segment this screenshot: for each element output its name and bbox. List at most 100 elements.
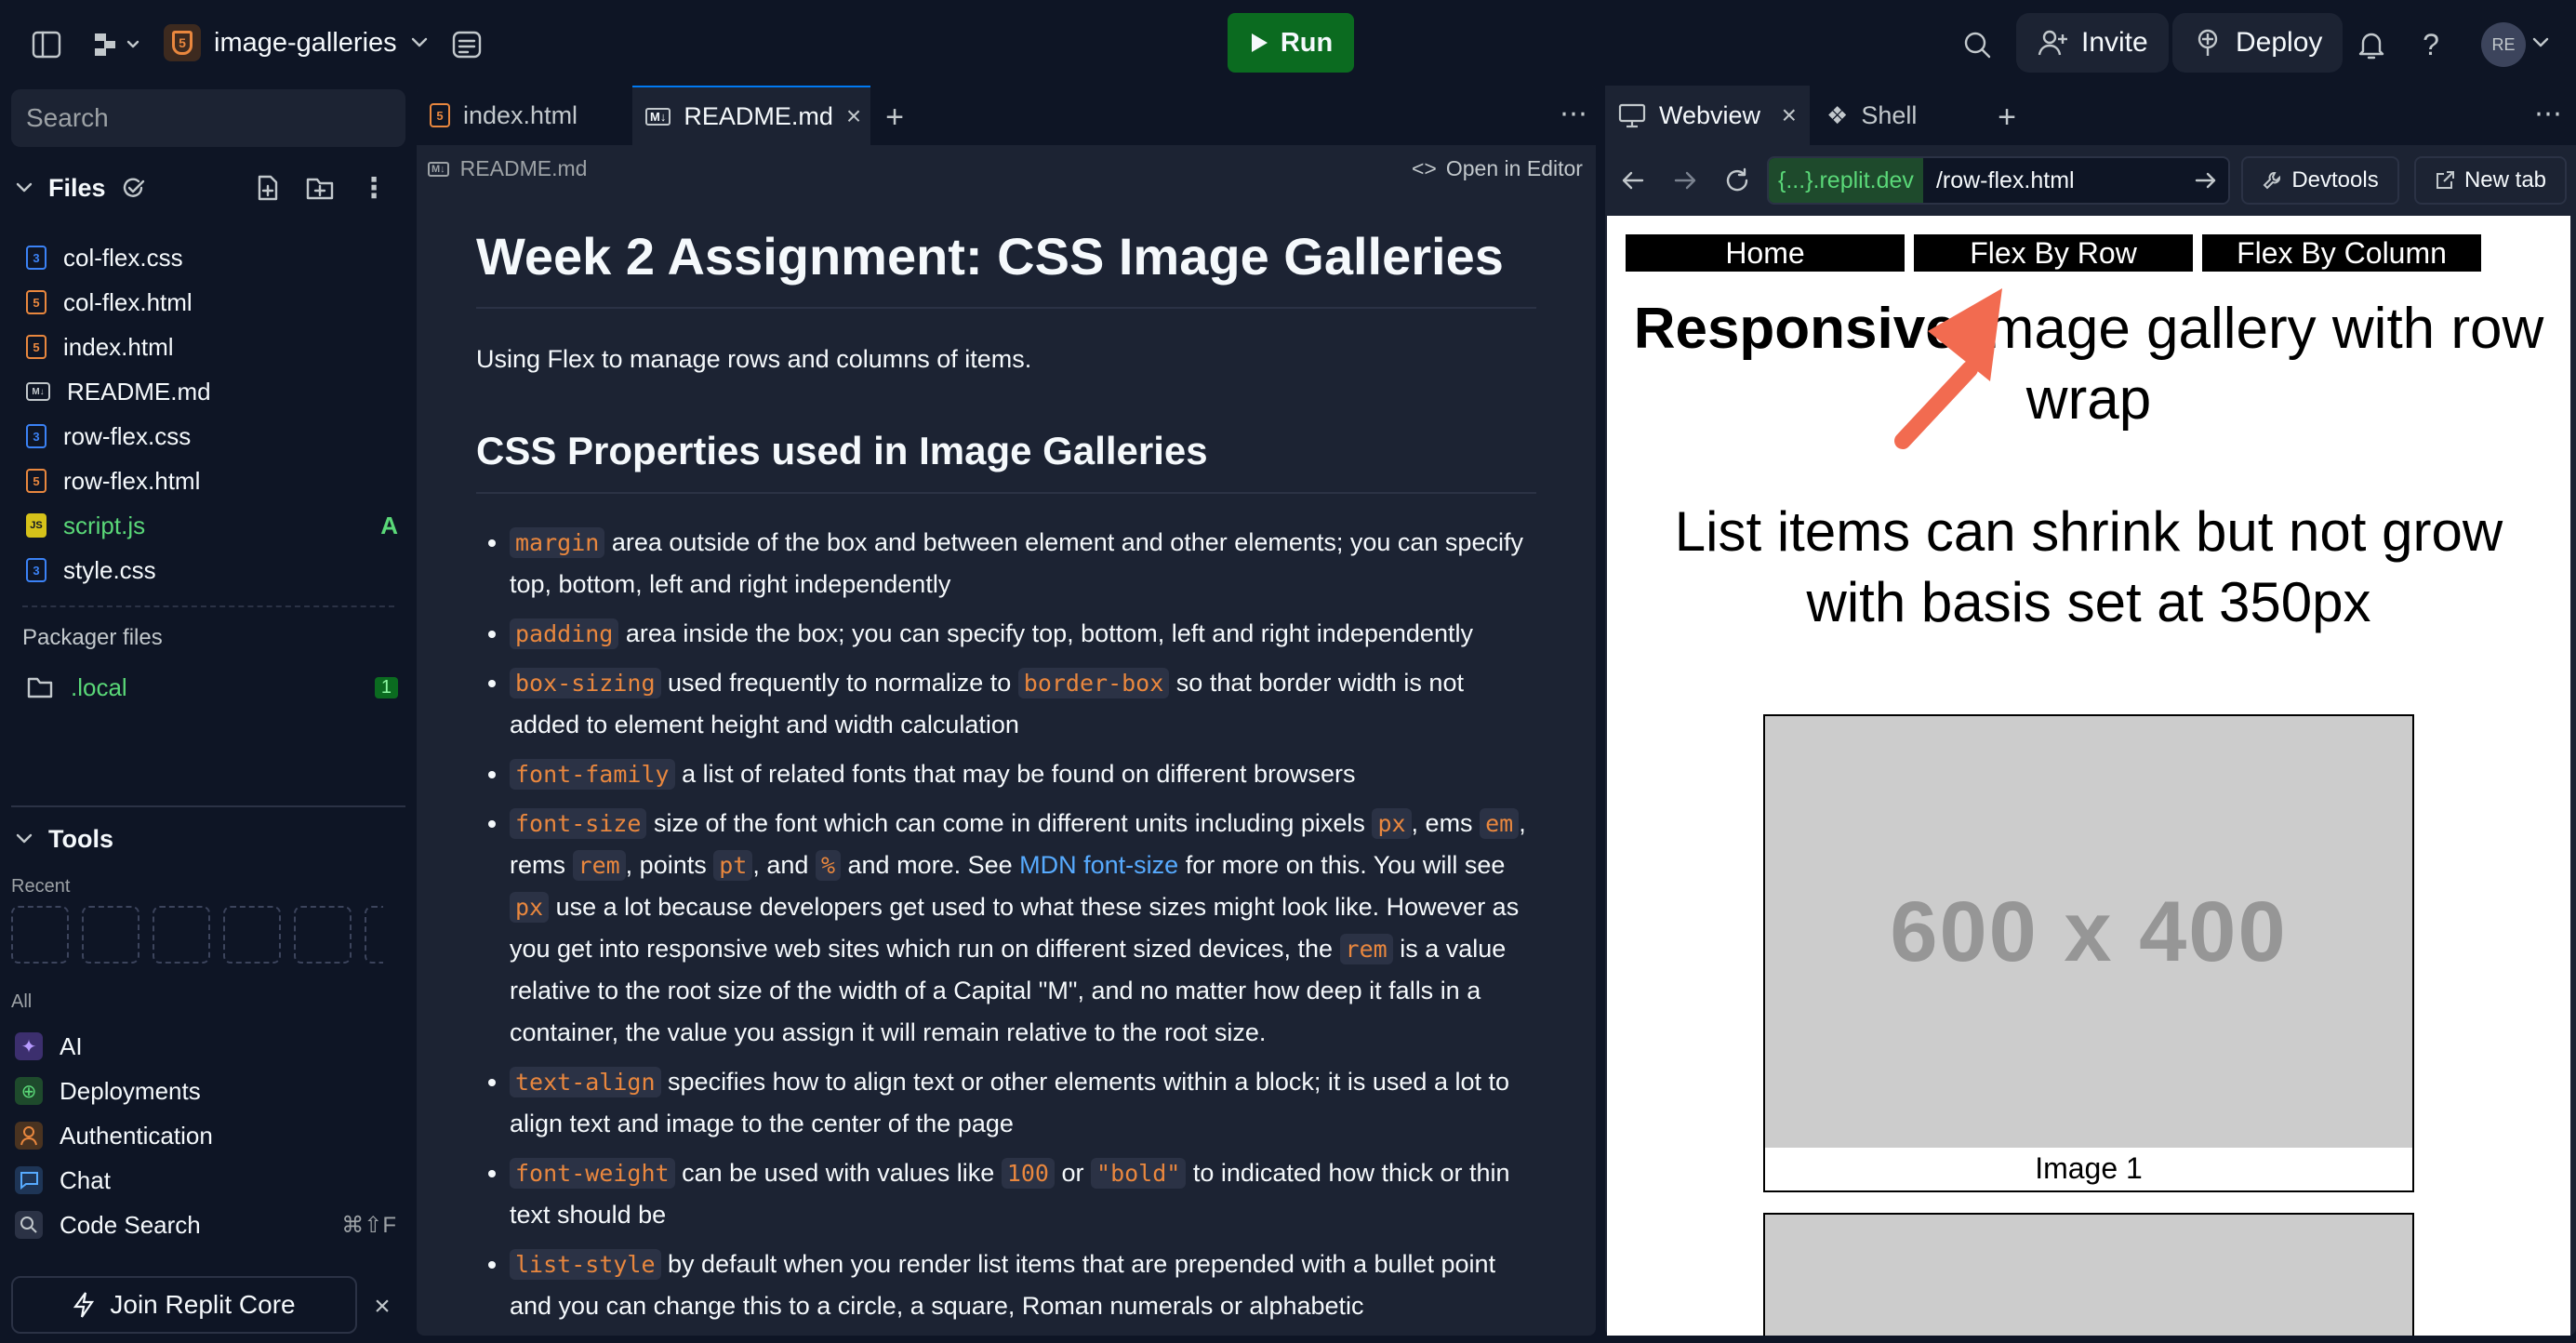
html-icon: 5 <box>430 103 450 127</box>
list-item: list-style by default when you render li… <box>510 1243 1536 1327</box>
tab-readme[interactable]: M↓ README.md × <box>632 86 870 145</box>
file-item-index-html[interactable]: 5 index.html <box>26 326 398 368</box>
list-item: box-sizing used frequently to normalize … <box>510 662 1536 746</box>
js-file-icon: JS <box>26 513 46 538</box>
chevron-down-icon <box>410 36 429 49</box>
more-options-icon[interactable]: ⋯ <box>1555 97 1592 130</box>
go-arrow-icon[interactable] <box>2195 170 2228 191</box>
property-list: margin area outside of the box and betwe… <box>476 522 1536 1327</box>
new-folder-icon[interactable] <box>303 171 337 205</box>
replit-logo-menu[interactable] <box>87 26 147 63</box>
search-icon[interactable] <box>1957 24 1998 65</box>
shortcut-hint: ⌘⇧F <box>341 1212 396 1238</box>
intro-paragraph: Using Flex to manage rows and columns of… <box>476 345 1032 373</box>
html-icon: 5 <box>164 24 201 61</box>
open-in-editor-button[interactable]: <> Open in Editor <box>1412 156 1583 181</box>
tools-header[interactable]: Tools <box>15 822 113 856</box>
bell-icon[interactable] <box>2351 24 2392 65</box>
check-circle-icon <box>121 177 147 199</box>
devtools-button[interactable]: Devtools <box>2241 156 2399 205</box>
new-file-icon[interactable] <box>251 171 285 205</box>
add-tab-icon[interactable]: + <box>1990 100 2024 135</box>
close-icon[interactable]: × <box>1782 100 1797 130</box>
project-selector[interactable]: 5 image-galleries <box>164 20 433 65</box>
tool-code-search[interactable]: Code Search ⌘⇧F <box>15 1203 396 1246</box>
code-icon: <> <box>1412 156 1437 180</box>
divider <box>11 805 405 807</box>
search-icon <box>15 1211 43 1239</box>
close-icon[interactable]: × <box>368 1291 396 1322</box>
reload-icon[interactable] <box>1719 162 1756 199</box>
more-options-icon[interactable]: ⋮ <box>357 171 391 205</box>
file-item-style-css[interactable]: 3 style.css <box>26 549 398 592</box>
tool-authentication[interactable]: Authentication <box>15 1114 213 1157</box>
command-palette-icon[interactable] <box>446 24 487 65</box>
list-item: font-family a list of related fonts that… <box>510 753 1536 795</box>
html-file-icon: 5 <box>26 290 46 314</box>
css-file-icon: 3 <box>26 558 46 582</box>
file-item-col-flex-css[interactable]: 3 col-flex.css <box>26 236 398 279</box>
close-icon[interactable]: × <box>846 101 861 131</box>
user-icon <box>15 1122 43 1150</box>
packager-folder[interactable]: .local 1 <box>26 666 398 709</box>
deploy-button[interactable]: Deploy <box>2172 13 2344 73</box>
wrench-icon <box>2263 172 2281 190</box>
join-core-button[interactable]: Join Replit Core <box>11 1276 357 1334</box>
packager-title: Packager files <box>22 625 163 650</box>
chevron-down-icon[interactable] <box>2530 32 2552 54</box>
chevron-down-icon <box>15 181 33 194</box>
all-label: All <box>11 991 33 1012</box>
url-path[interactable]: /row-flex.html <box>1923 167 2088 194</box>
file-item-readme-md[interactable]: M↓ README.md <box>26 370 398 413</box>
markdown-icon: M↓ <box>428 161 449 177</box>
html-file-icon: 5 <box>26 335 46 359</box>
tool-deployments[interactable]: ⊕ Deployments <box>15 1070 201 1112</box>
sidebar-search-input[interactable]: Search <box>11 89 405 147</box>
file-item-row-flex-css[interactable]: 3 row-flex.css <box>26 415 398 458</box>
chat-icon <box>15 1166 43 1194</box>
ai-icon: ✦ <box>15 1032 43 1060</box>
url-domain: {...}.replit.dev <box>1769 158 1923 203</box>
external-link-icon <box>2436 171 2454 189</box>
recent-slots <box>11 906 383 964</box>
file-item-row-flex-html[interactable]: 5 row-flex.html <box>26 459 398 502</box>
list-item: margin area outside of the box and betwe… <box>510 522 1536 605</box>
deployments-icon: ⊕ <box>15 1077 43 1105</box>
help-icon[interactable]: ? <box>2410 24 2451 65</box>
add-tab-icon[interactable]: + <box>878 100 911 135</box>
tool-chat[interactable]: Chat <box>15 1159 111 1202</box>
run-button[interactable]: Run <box>1228 13 1354 73</box>
tab-shell[interactable]: ❖ Shell <box>1813 86 1981 145</box>
webview-content: Home Flex By Row Flex By Column Responsi… <box>1607 216 2570 1336</box>
invite-button[interactable]: Invite <box>2016 13 2169 73</box>
deploy-icon <box>2198 29 2218 56</box>
play-icon <box>1251 33 1268 52</box>
file-item-script-js[interactable]: JS script.js A <box>26 504 398 547</box>
tab-index-html[interactable]: 5 index.html <box>417 86 631 145</box>
tab-webview[interactable]: Webview × <box>1605 86 1810 145</box>
files-header[interactable]: Files <box>15 171 147 205</box>
list-item: font-size size of the font which can com… <box>510 803 1536 1054</box>
url-bar[interactable]: {...}.replit.dev /row-flex.html <box>1767 156 2230 205</box>
add-user-icon <box>2038 30 2067 56</box>
css-file-icon: 3 <box>26 424 46 448</box>
back-arrow-icon[interactable] <box>1614 162 1652 199</box>
avatar[interactable]: RE <box>2481 22 2526 67</box>
list-item: text-align specifies how to align text o… <box>510 1061 1536 1145</box>
breadcrumb: M↓ README.md <box>428 156 587 181</box>
more-options-icon[interactable]: ⋯ <box>2530 97 2567 130</box>
mdn-link[interactable]: MDN font-size <box>1019 851 1178 879</box>
forward-arrow-icon[interactable] <box>1666 162 1704 199</box>
bolt-icon <box>73 1292 95 1318</box>
md-file-icon: M↓ <box>26 382 50 401</box>
chevron-down-icon <box>15 832 33 845</box>
markdown-icon: M↓ <box>645 107 671 126</box>
file-item-col-flex-html[interactable]: 5 col-flex.html <box>26 281 398 324</box>
markdown-preview: Week 2 Assignment: CSS Image Galleries U… <box>476 223 1536 1336</box>
tool-ai[interactable]: ✦ AI <box>15 1025 83 1068</box>
new-tab-button[interactable]: New tab <box>2414 156 2567 205</box>
project-name: image-galleries <box>214 27 397 58</box>
file-count-badge: 1 <box>374 676 398 698</box>
section-heading: CSS Properties used in Image Galleries <box>476 425 1536 494</box>
sidebar-toggle-icon[interactable] <box>28 26 65 63</box>
